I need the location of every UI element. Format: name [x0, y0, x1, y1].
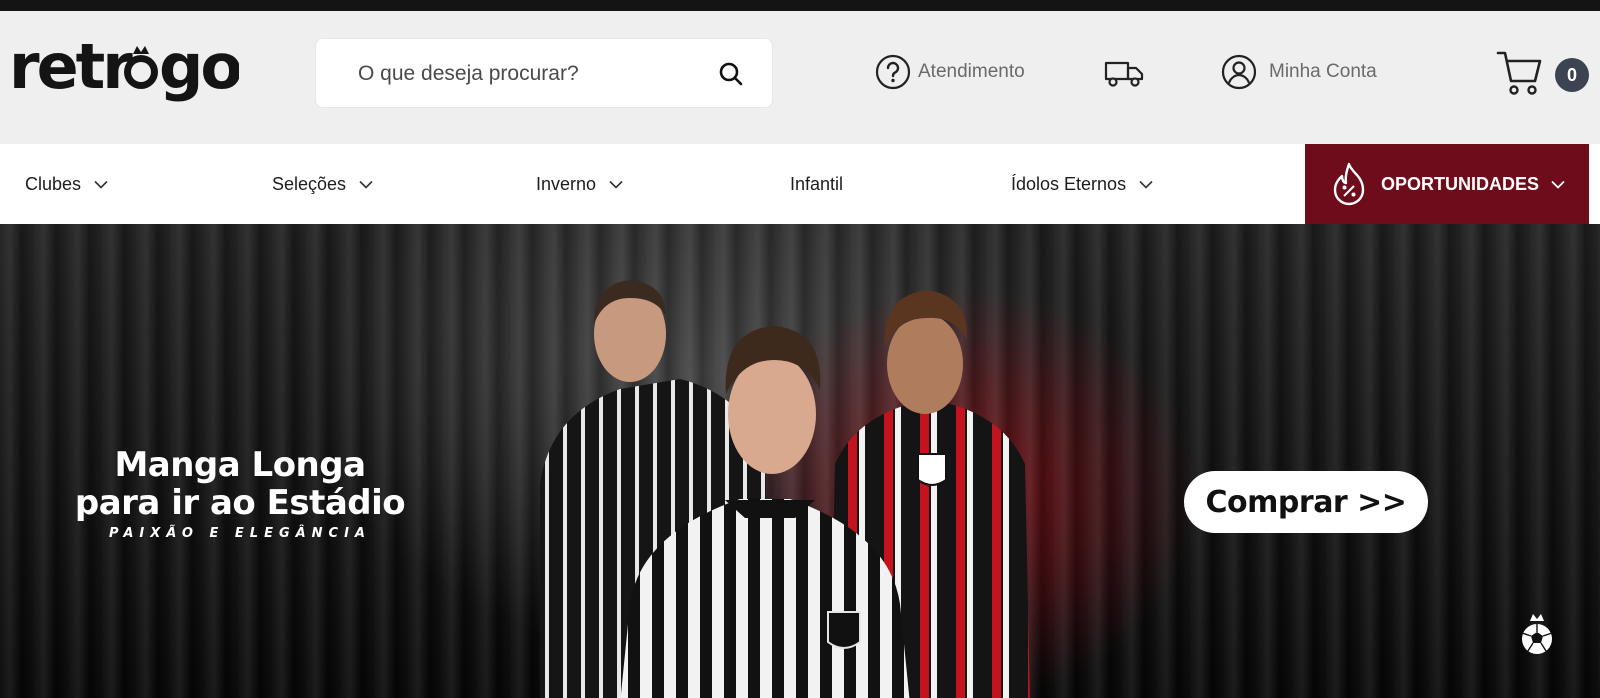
banner-title-line2: para ir ao Estádio: [74, 483, 406, 523]
top-strip: [0, 0, 1600, 11]
search-input[interactable]: [358, 57, 698, 91]
soccer-ball-icon[interactable]: [1518, 612, 1556, 656]
atendimento-label: Atendimento: [918, 61, 1025, 82]
site-header: retr gol Atendimento: [0, 11, 1600, 144]
chevron-down-icon: [359, 180, 373, 189]
help-circle-icon: [875, 54, 911, 90]
nav-item-label: Ídolos Eternos: [1011, 173, 1127, 194]
chevron-down-icon: [609, 180, 623, 189]
comprar-button[interactable]: Comprar >>: [1184, 471, 1428, 533]
svg-text:gol: gol: [159, 36, 239, 103]
oportunidades-label: OPORTUNIDADES: [1381, 173, 1540, 194]
search-icon[interactable]: [718, 61, 744, 87]
chevron-down-icon: [94, 180, 108, 189]
search-box: [315, 38, 773, 108]
fire-percent-icon: [1333, 162, 1365, 206]
banner-title-line1: Manga Longa: [114, 445, 366, 485]
chevron-down-icon: [1551, 180, 1565, 189]
nav-item-idolos-eternos[interactable]: Ídolos Eternos: [1011, 144, 1153, 224]
minha-conta-label: Minha Conta: [1269, 61, 1377, 82]
retrogol-logo[interactable]: retr gol: [9, 30, 261, 108]
nav-item-label: Infantil: [790, 173, 844, 194]
nav-item-selecoes[interactable]: Seleções: [272, 144, 373, 224]
cart-icon[interactable]: [1496, 49, 1542, 97]
logo-wordmark: retr gol: [9, 30, 261, 103]
hero-banner[interactable]: Manga Longa para ir ao Estádio PAIXÃO E …: [0, 224, 1600, 698]
atendimento-link[interactable]: Atendimento: [875, 54, 1025, 90]
nav-item-label: Inverno: [536, 173, 597, 194]
minha-conta-link[interactable]: Minha Conta: [1221, 54, 1377, 90]
players-illustration: [540, 280, 1030, 698]
nav-item-label: Seleções: [272, 173, 347, 194]
nav-item-inverno[interactable]: Inverno: [536, 144, 623, 224]
user-icon: [1221, 54, 1257, 90]
chevron-down-icon: [1139, 180, 1153, 189]
nav-item-oportunidades[interactable]: OPORTUNIDADES: [1305, 144, 1589, 224]
nav-item-clubes[interactable]: Clubes: [25, 144, 108, 224]
svg-text:retr: retr: [9, 36, 133, 103]
cart-count-badge: 0: [1555, 58, 1589, 92]
banner-subtitle: PAIXÃO E ELEGÂNCIA: [109, 526, 371, 541]
nav-item-infantil[interactable]: Infantil: [790, 144, 843, 224]
banner-title: Manga Longa para ir ao Estádio: [60, 446, 420, 522]
truck-icon[interactable]: [1104, 59, 1144, 89]
nav-item-label: Clubes: [25, 173, 82, 194]
